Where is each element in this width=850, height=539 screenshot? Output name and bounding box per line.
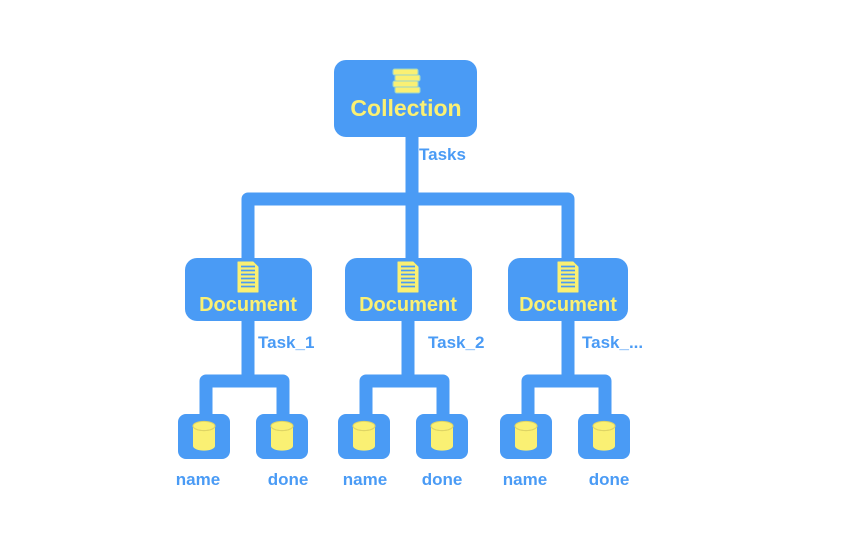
document-node-1-label: Document bbox=[199, 294, 297, 316]
database-cylinder-icon bbox=[270, 420, 294, 452]
field-node-1-done[interactable] bbox=[256, 414, 308, 459]
connector-doc1-right bbox=[241, 374, 290, 421]
field-node-2-name[interactable] bbox=[338, 414, 390, 459]
field-label-3-name: name bbox=[503, 470, 547, 489]
diagram-canvas: Collection Tasks Document Task_1 Documen… bbox=[0, 0, 850, 539]
edge-label-task-1: Task_1 bbox=[258, 333, 314, 352]
connector-bus-left bbox=[241, 192, 419, 265]
document-node-2-label: Document bbox=[359, 294, 457, 316]
connector-doc2-right bbox=[401, 374, 450, 421]
database-cylinder-icon bbox=[592, 420, 616, 452]
connector-doc1-left bbox=[199, 374, 255, 421]
database-cylinder-icon bbox=[352, 420, 376, 452]
document-node-3-label: Document bbox=[519, 294, 617, 316]
database-cylinder-icon bbox=[514, 420, 538, 452]
field-node-3-done[interactable] bbox=[578, 414, 630, 459]
books-stack-icon bbox=[392, 68, 421, 94]
collection-node[interactable]: Collection bbox=[334, 60, 477, 137]
field-label-1-name: name bbox=[176, 470, 220, 489]
collection-document-field-tree: Collection Tasks Document Task_1 Documen… bbox=[176, 60, 643, 489]
document-page-icon bbox=[397, 261, 419, 293]
document-node-1[interactable]: Document bbox=[185, 258, 312, 321]
edge-label-task-2: Task_2 bbox=[428, 333, 484, 352]
field-node-1-name[interactable] bbox=[178, 414, 230, 459]
connector-bus-right bbox=[405, 192, 575, 265]
database-cylinder-icon bbox=[430, 420, 454, 452]
database-cylinder-icon bbox=[192, 420, 216, 452]
document-node-3[interactable]: Document bbox=[508, 258, 628, 321]
document-node-2[interactable]: Document bbox=[345, 258, 472, 321]
field-label-2-done: done bbox=[422, 470, 463, 489]
edge-label-tasks: Tasks bbox=[419, 145, 466, 164]
connector-doc2-left bbox=[359, 374, 415, 421]
field-label-3-done: done bbox=[589, 470, 630, 489]
field-node-2-done[interactable] bbox=[416, 414, 468, 459]
document-page-icon bbox=[557, 261, 579, 293]
connector-doc3-left bbox=[521, 374, 575, 421]
connector-doc3-right bbox=[561, 374, 612, 421]
field-label-1-done: done bbox=[268, 470, 309, 489]
collection-node-label: Collection bbox=[350, 95, 461, 121]
document-page-icon bbox=[237, 261, 259, 293]
field-node-3-name[interactable] bbox=[500, 414, 552, 459]
field-label-2-name: name bbox=[343, 470, 387, 489]
edge-label-task-n: Task_... bbox=[582, 333, 643, 352]
